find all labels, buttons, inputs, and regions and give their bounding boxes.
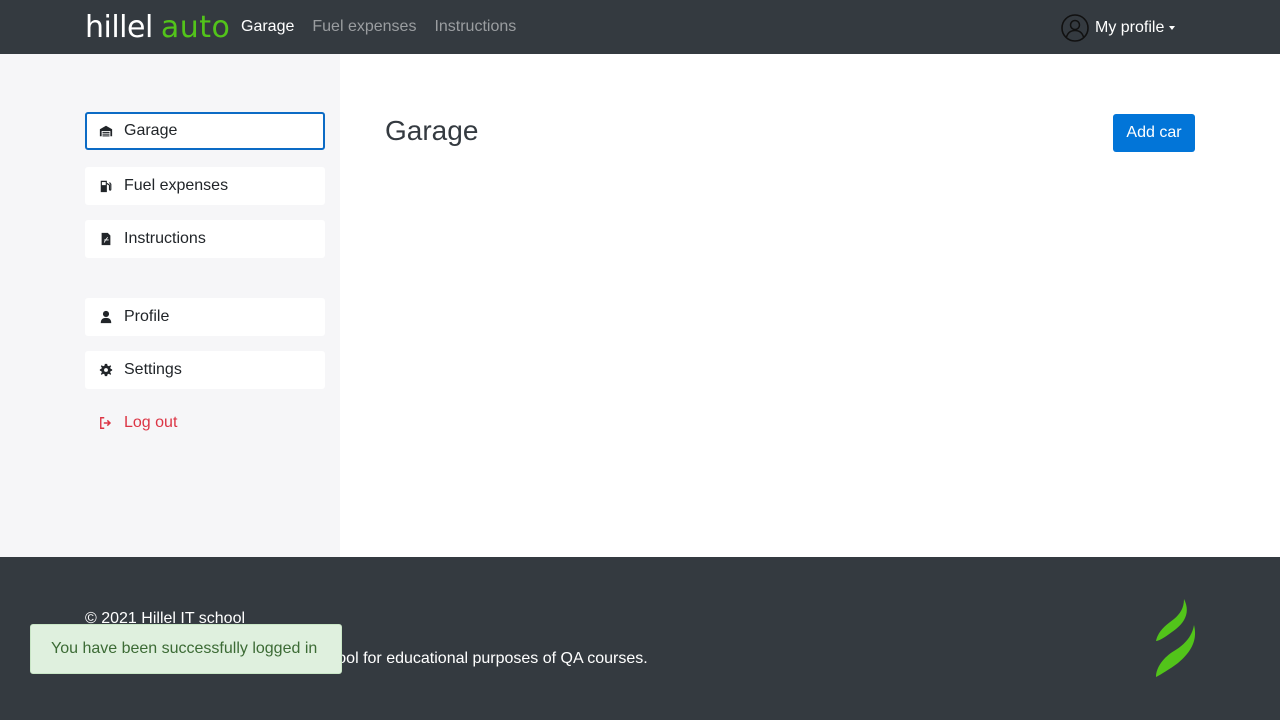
top-nav: Garage Fuel expenses Instructions (241, 0, 534, 54)
fuel-pump-icon (99, 179, 113, 193)
garage-icon (99, 124, 113, 138)
top-nav-garage[interactable]: Garage (241, 18, 294, 36)
page-title: Garage (385, 115, 479, 146)
user-circle-icon (1061, 13, 1089, 42)
logo-hillel-text: hillel (85, 10, 153, 45)
logo-auto-text: auto (160, 10, 231, 45)
sidebar-item-log-out[interactable]: Log out (85, 404, 325, 442)
hillel-auto-logo[interactable]: hillel auto (85, 8, 230, 44)
sidebar-item-profile[interactable]: Profile (85, 298, 325, 336)
add-car-button[interactable]: Add car (1113, 114, 1195, 152)
hillel-leaf-logo-icon (1156, 599, 1196, 677)
sidebar-item-label: Profile (124, 308, 170, 325)
top-header: hillel auto Garage Fuel expenses Instruc… (0, 0, 1280, 54)
sidebar-item-label: Settings (124, 361, 182, 378)
chevron-down-icon (1169, 25, 1176, 30)
my-profile-label: My profile (1095, 18, 1165, 36)
top-nav-fuel-expenses[interactable]: Fuel expenses (312, 18, 416, 36)
sidebar-item-garage[interactable]: Garage (85, 112, 325, 150)
sidebar-item-settings[interactable]: Settings (85, 351, 325, 389)
login-success-toast: You have been successfully logged in (30, 624, 342, 674)
logout-icon (99, 416, 113, 430)
toast-message: You have been successfully logged in (51, 640, 318, 657)
user-icon (99, 310, 113, 324)
gear-icon (99, 363, 113, 377)
sidebar: Garage Fuel expenses Instructions Profil… (0, 54, 340, 557)
sidebar-item-label: Fuel expenses (124, 177, 229, 194)
sidebar-item-label: Log out (124, 414, 178, 431)
sidebar-item-label: Instructions (124, 230, 206, 247)
sidebar-item-label: Garage (124, 122, 178, 139)
my-profile-dropdown[interactable]: My profile (1061, 13, 1176, 42)
sidebar-item-instructions[interactable]: Instructions (85, 220, 325, 258)
sidebar-item-fuel-expenses[interactable]: Fuel expenses (85, 167, 325, 205)
pdf-file-icon (99, 232, 113, 246)
top-nav-instructions[interactable]: Instructions (434, 18, 516, 36)
